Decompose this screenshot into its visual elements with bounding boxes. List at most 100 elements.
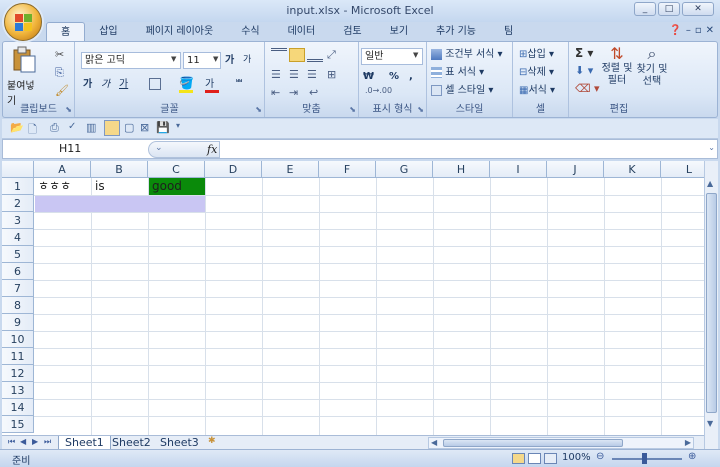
scroll-up-icon[interactable]: ▲	[707, 179, 713, 188]
fill-color-icon[interactable]: 🪣	[179, 76, 194, 90]
increase-indent-icon[interactable]: ⇥	[289, 86, 298, 99]
format-painter-icon[interactable]: 🖌	[55, 84, 69, 97]
sheet-nav-next-icon[interactable]: ▶	[32, 437, 38, 446]
tab-data[interactable]: 데이터	[274, 22, 330, 42]
italic-button[interactable]: 가	[101, 76, 110, 93]
clear-icon[interactable]: ⌫ ▾	[575, 82, 600, 95]
open-icon[interactable]: 📂	[10, 121, 24, 134]
office-button[interactable]	[4, 3, 42, 41]
horizontal-scrollbar[interactable]: ◀ ▶	[428, 437, 694, 449]
row-header[interactable]: 2	[2, 195, 34, 212]
find-select-button[interactable]: ⌕ 찾기 및 선택	[635, 44, 669, 100]
bold-button[interactable]: 가	[83, 76, 92, 93]
row-header[interactable]: 10	[2, 331, 34, 348]
tab-home[interactable]: 홈	[46, 22, 86, 42]
hscroll-right-icon[interactable]: ▶	[685, 438, 691, 447]
col-header-d[interactable]: D	[205, 161, 262, 178]
col-header-a[interactable]: A	[34, 161, 91, 178]
select-all-corner[interactable]	[2, 161, 34, 178]
autosum-icon[interactable]: Σ ▾	[575, 46, 593, 60]
fx-button[interactable]: fx	[207, 143, 217, 156]
merge-icon[interactable]: ⊞	[327, 68, 336, 81]
page-layout-view-icon[interactable]	[528, 453, 541, 464]
sheet-tab-3[interactable]: Sheet3	[154, 436, 205, 450]
delete-cells-button[interactable]: ⊟삭제 ▾	[519, 64, 554, 81]
zoom-level[interactable]: 100%	[562, 452, 591, 463]
phonetic-icon[interactable]: ᄈ	[235, 76, 243, 89]
row-header[interactable]: 15	[2, 416, 34, 433]
worksheet-grid[interactable]: A B C D E F G H I J K L 1 2 3 4 5 6 7 8 …	[2, 161, 706, 435]
name-box[interactable]: H11	[3, 140, 148, 158]
sort-filter-button[interactable]: ⇅ 정렬 및 필터	[599, 44, 635, 100]
ribbon-minimize-icon[interactable]: –	[686, 25, 691, 36]
copy-icon[interactable]: ⎘	[55, 66, 64, 80]
scroll-down-icon[interactable]: ▼	[707, 419, 713, 428]
row-header[interactable]: 6	[2, 263, 34, 280]
borders-icon[interactable]	[149, 78, 161, 90]
cell-styles-button[interactable]: 셀 스타일 ▾	[431, 82, 493, 99]
sheet-tab-2[interactable]: Sheet2	[106, 436, 157, 450]
minimize-button[interactable]: _	[634, 2, 656, 16]
page-break-view-icon[interactable]	[544, 453, 557, 464]
row-header[interactable]: 4	[2, 229, 34, 246]
formula-input[interactable]	[221, 140, 706, 158]
cell-a1[interactable]: ㅎㅎㅎ	[35, 178, 91, 195]
tab-insert[interactable]: 삽입	[85, 22, 131, 42]
cell-c1[interactable]: good	[149, 178, 205, 195]
row-header[interactable]: 3	[2, 212, 34, 229]
font-launcher-icon[interactable]: ⬊	[255, 105, 262, 114]
maximize-button[interactable]: □	[658, 2, 680, 16]
col-header-b[interactable]: B	[91, 161, 148, 178]
ribbon-restore-icon[interactable]: ▫	[695, 25, 702, 36]
cut-icon[interactable]: ✂	[55, 48, 64, 61]
table-icon[interactable]	[104, 120, 120, 136]
col-header-f[interactable]: F	[319, 161, 376, 178]
align-center-icon[interactable]: ☰	[289, 68, 299, 81]
paste-button[interactable]: 붙여넣기	[7, 46, 39, 107]
row-header[interactable]: 13	[2, 382, 34, 399]
grow-font-button[interactable]: 가	[225, 52, 234, 69]
percent-button[interactable]: %	[389, 68, 399, 85]
close-button[interactable]: ✕	[682, 2, 714, 16]
col-header-e[interactable]: E	[262, 161, 319, 178]
zoom-out-icon[interactable]: ⊖	[596, 451, 604, 462]
align-middle-icon[interactable]	[289, 48, 305, 62]
orientation-icon[interactable]: ⤢	[327, 48, 336, 62]
currency-button[interactable]: ₩	[363, 68, 374, 85]
ribbon-close-icon[interactable]: ✕	[706, 25, 714, 36]
tab-view[interactable]: 보기	[376, 22, 422, 42]
help-icon[interactable]: ❓	[669, 25, 681, 36]
col-header-i[interactable]: I	[490, 161, 547, 178]
row-header[interactable]: 5	[2, 246, 34, 263]
increase-decimal-icon[interactable]: .0→.00	[365, 86, 392, 95]
align-bottom-icon[interactable]	[307, 48, 323, 62]
align-right-icon[interactable]: ☰	[307, 68, 317, 81]
chart-icon[interactable]: ▥	[86, 121, 96, 134]
new-icon[interactable]: 🗋	[28, 121, 37, 140]
hscroll-thumb[interactable]	[443, 439, 623, 447]
spell-check-icon[interactable]: ✓	[68, 121, 76, 132]
vertical-scrollbar[interactable]: ▲ ▼	[704, 161, 718, 449]
wrap-text-icon[interactable]: ↩	[309, 86, 318, 99]
sheet-nav-first-icon[interactable]: ⏮	[8, 437, 15, 447]
print-preview-icon[interactable]: ⎙	[50, 121, 59, 135]
zoom-in-icon[interactable]: ⊕	[688, 451, 696, 462]
comma-button[interactable]: ,	[409, 68, 413, 85]
font-name-select[interactable]: 맑은 고딕	[81, 52, 181, 69]
hscroll-left-icon[interactable]: ◀	[431, 438, 437, 447]
expand-formula-bar-icon[interactable]: ⌄	[708, 143, 715, 152]
col-header-g[interactable]: G	[376, 161, 433, 178]
sheet-tab-1[interactable]: Sheet1	[58, 436, 111, 450]
cell-b1[interactable]: is	[92, 178, 148, 195]
zoom-slider-thumb[interactable]	[642, 453, 647, 464]
row-header[interactable]: 1	[2, 178, 34, 195]
col-header-h[interactable]: H	[433, 161, 490, 178]
format-as-table-button[interactable]: 표 서식 ▾	[431, 64, 484, 81]
align-left-icon[interactable]: ☰	[271, 68, 281, 81]
expand-icon[interactable]: ⌄	[155, 143, 163, 153]
tab-team[interactable]: 팀	[490, 22, 527, 42]
scroll-thumb[interactable]	[706, 193, 717, 413]
col-header-j[interactable]: J	[547, 161, 604, 178]
shrink-font-button[interactable]: 가	[243, 52, 251, 69]
row-header[interactable]: 11	[2, 348, 34, 365]
